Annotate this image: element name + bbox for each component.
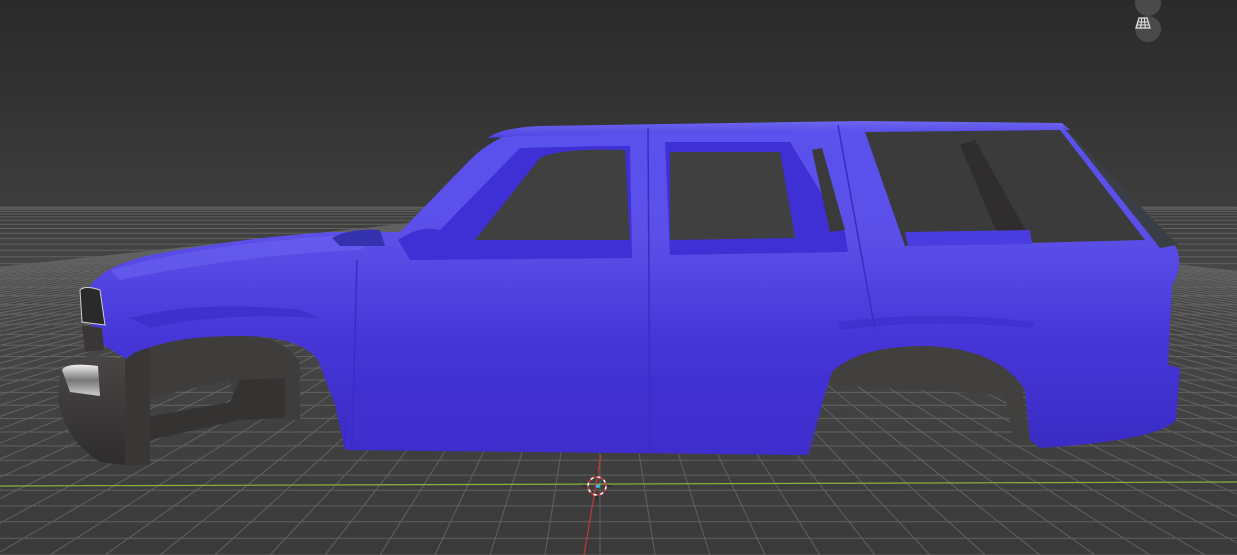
- perspective-toggle-button[interactable]: [1135, 16, 1161, 42]
- 3d-viewport[interactable]: [0, 0, 1237, 555]
- lower-door-panel: [345, 370, 830, 455]
- grid-icon: [1135, 17, 1151, 29]
- world-origin: [596, 484, 600, 488]
- grille: [82, 325, 104, 352]
- front-wheel-arch-inner: [125, 348, 150, 465]
- cargo-window-sill: [905, 230, 1032, 246]
- viewport-canvas[interactable]: [0, 0, 1237, 555]
- rear-door-window: [670, 152, 795, 240]
